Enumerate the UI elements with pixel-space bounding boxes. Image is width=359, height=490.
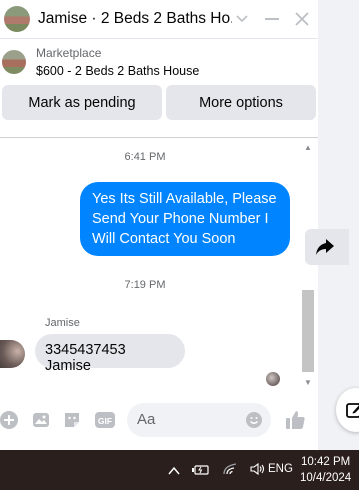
marketplace-label: Marketplace — [36, 46, 102, 60]
chat-title[interactable]: Jamise · 2 Beds 2 Baths Ho... — [38, 10, 232, 28]
message-thread: 6:41 PM Yes Its Still Available, Please … — [0, 140, 300, 392]
message-input[interactable] — [137, 411, 237, 428]
volume-icon[interactable] — [250, 462, 266, 481]
scroll-up-icon[interactable]: ▲ — [304, 143, 312, 152]
screen: Jamise · 2 Beds 2 Baths Ho... Marketplac… — [0, 0, 359, 490]
more-options-button[interactable]: More options — [166, 85, 316, 120]
seen-indicator-avatar — [266, 372, 280, 386]
gif-icon[interactable]: GIF — [95, 411, 115, 429]
minimize-icon[interactable] — [262, 9, 282, 29]
sender-avatar[interactable] — [0, 340, 25, 368]
battery-icon[interactable] — [192, 463, 210, 481]
chat-header: Jamise · 2 Beds 2 Baths Ho... — [0, 0, 318, 38]
listing-avatar[interactable] — [4, 6, 30, 32]
header-controls — [232, 9, 312, 29]
like-icon[interactable] — [284, 409, 306, 431]
message-input-wrapper[interactable] — [127, 403, 271, 437]
mark-as-pending-button[interactable]: Mark as pending — [2, 85, 162, 120]
sender-name: Jamise — [45, 317, 80, 329]
listing-thumbnail — [2, 50, 26, 74]
listing-title: $600 - 2 Beds 2 Baths House — [36, 64, 200, 78]
new-message-button[interactable] — [336, 388, 359, 432]
message-timestamp: 6:41 PM — [124, 151, 166, 163]
language-indicator[interactable]: ENG — [268, 463, 293, 475]
marketplace-listing[interactable]: Marketplace $600 - 2 Beds 2 Baths House — [0, 38, 318, 85]
clock[interactable]: 10:42 PM 10/4/2024 — [300, 454, 351, 486]
listing-actions: Mark as pending More options — [0, 85, 318, 124]
clock-time: 10:42 PM — [300, 456, 351, 468]
scroll-down-icon[interactable]: ▼ — [304, 378, 312, 387]
wifi-icon[interactable] — [222, 462, 238, 481]
chevron-down-icon[interactable] — [232, 9, 252, 29]
system-tray — [168, 462, 266, 481]
sticker-icon[interactable] — [63, 411, 81, 429]
scrollbar[interactable]: ▲ ▼ — [300, 140, 316, 392]
chevron-up-icon[interactable] — [168, 463, 180, 481]
composer-bar: GIF — [0, 400, 318, 440]
compose-icon — [346, 401, 359, 424]
plus-icon[interactable] — [0, 411, 18, 429]
scrollbar-thumb[interactable] — [302, 290, 314, 372]
message-timestamp: 7:19 PM — [124, 279, 166, 291]
photo-icon[interactable] — [32, 411, 50, 429]
listing-info: Marketplace $600 - 2 Beds 2 Baths House — [36, 44, 199, 80]
emoji-icon[interactable] — [245, 411, 263, 429]
clock-date: 10/4/2024 — [300, 472, 352, 484]
share-icon — [315, 238, 335, 261]
os-taskbar: ENG 10:42 PM 10/4/2024 — [0, 450, 359, 490]
gif-label: GIF — [98, 416, 112, 426]
close-icon[interactable] — [292, 9, 312, 29]
outgoing-message[interactable]: Yes Its Still Available, Please Send You… — [80, 182, 290, 256]
share-button[interactable] — [305, 229, 349, 265]
incoming-message[interactable]: 3345437453 Jamise — [35, 334, 185, 374]
chat-window: Jamise · 2 Beds 2 Baths Ho... Marketplac… — [0, 0, 318, 450]
header-divider — [0, 137, 318, 138]
